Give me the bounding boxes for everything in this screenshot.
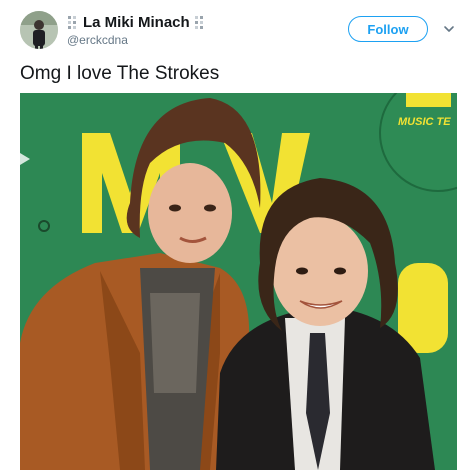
tweet-card: La Miki Minach @erckcdna Follow Omg I lo…	[0, 0, 474, 475]
follow-button[interactable]: Follow	[348, 16, 428, 42]
sparkle-icon	[194, 14, 206, 30]
background-sign-text: MUSIC TE	[398, 116, 451, 128]
author-display-name[interactable]: La Miki Minach	[83, 14, 190, 31]
avatar[interactable]	[20, 11, 58, 49]
author-name-row[interactable]: La Miki Minach	[67, 12, 206, 32]
tweet-photo[interactable]: MUSIC TE	[20, 93, 457, 470]
chevron-down-icon[interactable]	[443, 22, 455, 34]
sparkle-icon	[67, 14, 79, 30]
tweet-text: Omg I love The Strokes	[20, 63, 220, 84]
author-handle[interactable]: @erckcdna	[67, 33, 128, 47]
